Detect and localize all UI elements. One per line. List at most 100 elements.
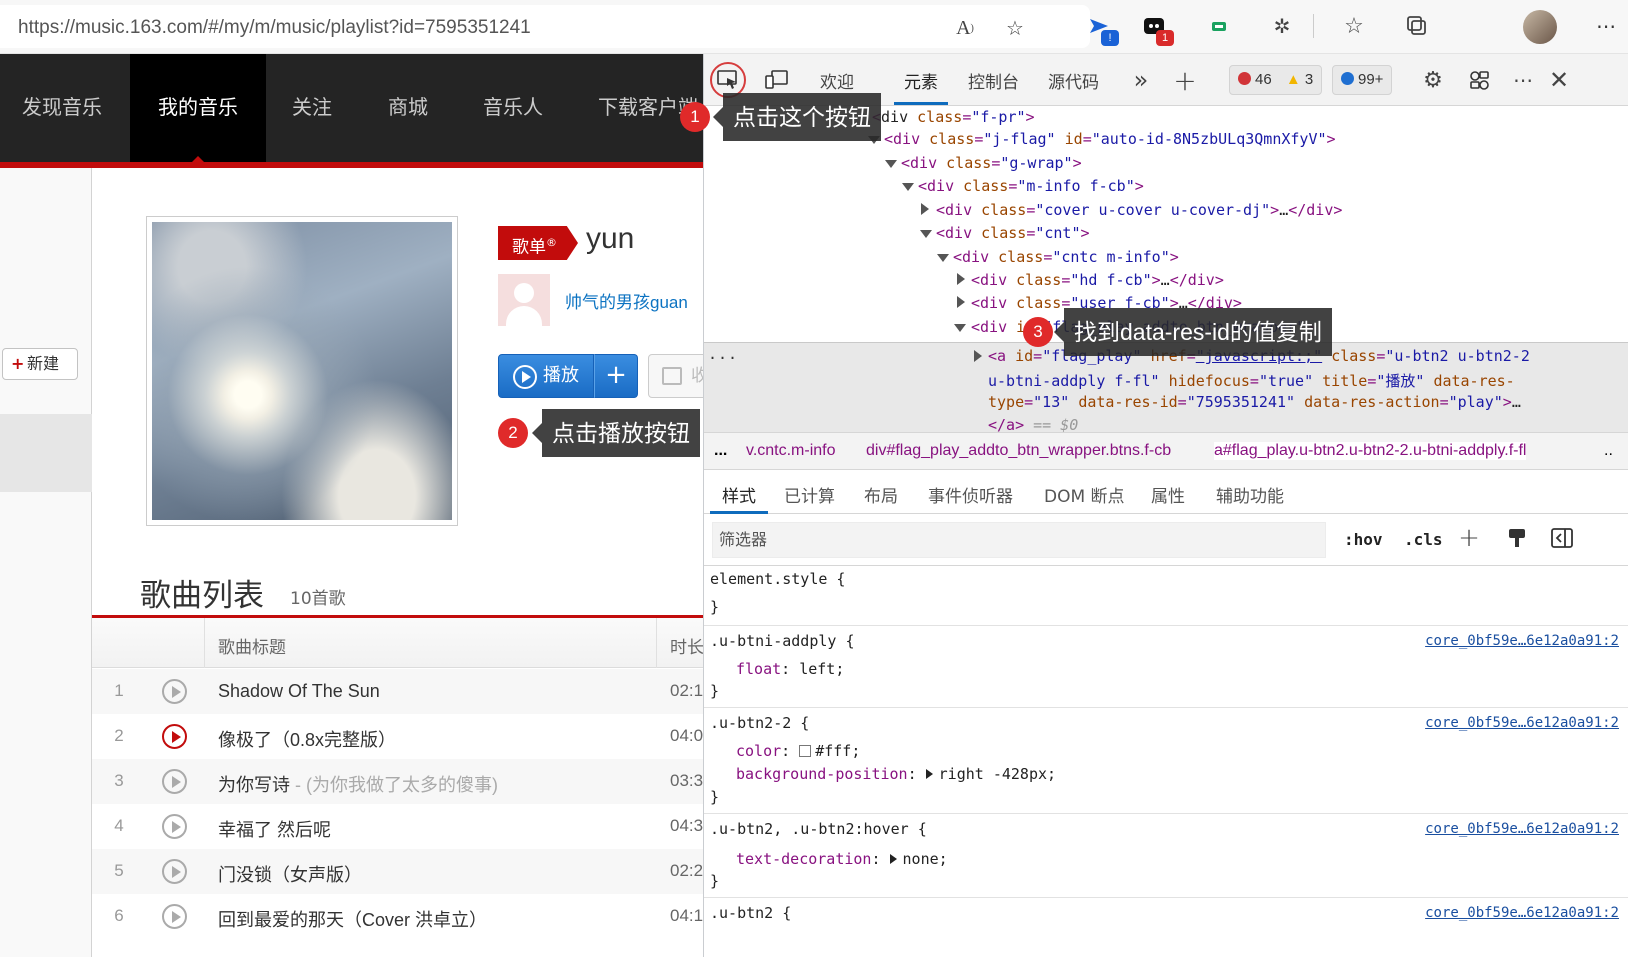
song-row[interactable]: 1 Shadow Of The Sun 02:1 — [92, 669, 703, 714]
nav-musician[interactable]: 音乐人 — [483, 54, 543, 162]
css-source-link[interactable]: core_0bf59e…6e12a0a91:2 — [1425, 715, 1619, 731]
song-title[interactable]: 为你写诗 - (为你我做了太多的傻事) — [218, 771, 498, 797]
sidebar-selected-item[interactable] — [0, 414, 92, 492]
song-title[interactable]: Shadow Of The Sun — [218, 681, 380, 702]
tab-welcome[interactable]: 欢迎 — [820, 68, 854, 93]
css-source-link[interactable]: core_0bf59e…6e12a0a91:2 — [1425, 905, 1619, 921]
add-favorite-icon[interactable]: ☆ — [1002, 15, 1028, 41]
css-selector[interactable]: .u-btn2-2 { — [710, 714, 809, 732]
breadcrumb-overflow[interactable]: ... — [714, 442, 727, 460]
address-bar[interactable]: https://music.163.com/#/my/m/music/playl… — [0, 5, 1090, 48]
breadcrumb-item-active[interactable]: a#flag_play.u-btn2.u-btn2-2.u-btni-addpl… — [1214, 442, 1527, 460]
css-property[interactable]: float: left; — [736, 660, 844, 678]
breadcrumb-item[interactable]: div#flag_play_addto_btn_wrapper.btns.f-c… — [866, 442, 1171, 460]
url-text[interactable]: https://music.163.com/#/my/m/music/playl… — [18, 17, 531, 39]
collections-icon[interactable] — [1403, 12, 1431, 40]
song-row[interactable]: 3 为你写诗 - (为你我做了太多的傻事) 03:3 — [92, 759, 703, 804]
paint-brush-icon[interactable] — [1502, 524, 1532, 552]
song-title[interactable]: 门没锁（女声版） — [218, 861, 362, 887]
styles-filter-input[interactable]: 筛选器 — [712, 522, 1326, 558]
creator-name[interactable]: 帅气的男孩guan — [565, 288, 688, 313]
collapse-arrow-icon[interactable] — [885, 160, 897, 168]
extensions-puzzle-icon[interactable]: ✲ — [1268, 12, 1296, 40]
expand-value-icon[interactable] — [889, 854, 897, 864]
css-source-link[interactable]: core_0bf59e…6e12a0a91:2 — [1425, 633, 1619, 649]
nav-mall[interactable]: 商城 — [388, 54, 428, 162]
nav-discover[interactable]: 发现音乐 — [22, 54, 102, 162]
tab-computed[interactable]: 已计算 — [784, 482, 835, 507]
expand-arrow-icon[interactable] — [957, 273, 965, 285]
song-row[interactable]: 6 回到最爱的那天（Cover 洪卓立） 04:1 — [92, 894, 703, 939]
tab-dom-breakpoints[interactable]: DOM 断点 — [1044, 482, 1125, 507]
customize-icon[interactable] — [1464, 66, 1494, 94]
song-row[interactable]: 5 门没锁（女声版） 02:2 — [92, 849, 703, 894]
tab-layout[interactable]: 布局 — [864, 482, 898, 507]
collapse-arrow-icon[interactable] — [902, 183, 914, 191]
extension-bird-icon[interactable]: ! — [1085, 12, 1119, 46]
color-swatch[interactable] — [799, 745, 812, 757]
css-selector[interactable]: .u-btn2, .u-btn2:hover { — [710, 820, 927, 838]
song-title[interactable]: 像极了（0.8x完整版） — [218, 726, 396, 752]
class-toggle[interactable]: .cls — [1404, 530, 1443, 549]
dom-node[interactable]: <div class="f-pr"> — [872, 108, 1035, 126]
breadcrumb-item[interactable]: v.cntc.m-info — [746, 442, 836, 460]
tab-accessibility[interactable]: 辅助功能 — [1216, 482, 1284, 507]
hover-state-toggle[interactable]: :hov — [1344, 530, 1383, 549]
toggle-sidebar-icon[interactable] — [1547, 524, 1577, 552]
tab-event-listeners[interactable]: 事件侦听器 — [928, 482, 1013, 507]
dom-node[interactable]: <div class="m-info f-cb"> — [918, 177, 1144, 195]
breadcrumb-overflow-end[interactable]: .. — [1604, 442, 1613, 460]
creator-avatar[interactable] — [498, 274, 550, 326]
css-property[interactable]: background-position: right -428px; — [736, 765, 1056, 783]
song-row[interactable]: 4 幸福了 然后呢 04:3 — [92, 804, 703, 849]
add-tab-icon[interactable]: + — [1170, 64, 1200, 97]
nav-my-music[interactable]: 我的音乐 — [130, 54, 266, 162]
dom-node[interactable]: <div class="j-flag" id="auto-id-8N5zbULq… — [884, 130, 1336, 148]
new-rule-icon[interactable]: + — [1454, 523, 1484, 553]
css-selector[interactable]: .u-btn2 { — [710, 904, 791, 922]
tab-sources[interactable]: 源代码 — [1048, 68, 1099, 93]
messages-counter[interactable]: 99+ — [1332, 65, 1393, 95]
css-selector[interactable]: .u-btni-addply { — [710, 632, 855, 650]
css-source-link[interactable]: core_0bf59e…6e12a0a91:2 — [1425, 821, 1619, 837]
extension-app-icon[interactable]: 1 — [1140, 12, 1174, 46]
expand-value-icon[interactable] — [925, 769, 933, 779]
css-property[interactable]: color: #fff; — [736, 742, 860, 760]
collapse-arrow-icon[interactable] — [920, 230, 932, 238]
extension-green-icon[interactable] — [1205, 12, 1233, 40]
expand-arrow-icon[interactable] — [921, 203, 929, 215]
collapse-arrow-icon[interactable] — [954, 324, 966, 332]
expand-arrow-icon[interactable] — [974, 350, 982, 362]
song-title[interactable]: 幸福了 然后呢 — [218, 816, 331, 842]
issues-counter[interactable]: 46 ▲ 3 — [1229, 65, 1323, 95]
css-property[interactable]: text-decoration: none; — [736, 850, 948, 868]
new-playlist-button[interactable]: + 新建 — [2, 348, 78, 380]
dom-node[interactable]: <div class="cntc m-info"> — [953, 248, 1179, 266]
more-tabs-icon[interactable]: » — [1126, 66, 1156, 94]
collapse-arrow-icon[interactable] — [937, 254, 949, 262]
device-emulation-icon[interactable] — [762, 66, 792, 94]
dom-node[interactable]: <div class="hd f-cb">…</div> — [971, 271, 1224, 289]
nav-follow[interactable]: 关注 — [292, 54, 332, 162]
tab-styles[interactable]: 样式 — [710, 482, 768, 514]
inspect-element-icon[interactable] — [713, 66, 743, 94]
tab-properties[interactable]: 属性 — [1151, 482, 1185, 507]
favorites-icon[interactable]: ☆ — [1340, 12, 1368, 40]
song-title[interactable]: 回到最爱的那天（Cover 洪卓立） — [218, 906, 487, 932]
expand-arrow-icon[interactable] — [957, 296, 965, 308]
song-row[interactable]: 2 像极了（0.8x完整版） 04:0 — [92, 714, 703, 759]
devtools-more-icon[interactable]: ⋯ — [1508, 66, 1538, 94]
play-song-icon[interactable] — [162, 769, 187, 794]
dom-node[interactable]: <div class="g-wrap"> — [901, 154, 1082, 172]
read-aloud-icon[interactable]: A) — [952, 15, 978, 41]
more-menu-icon[interactable]: ⋯ — [1592, 12, 1620, 40]
add-to-queue-button[interactable]: + — [594, 354, 638, 398]
dom-node[interactable]: <div class="cnt"> — [936, 224, 1090, 242]
dom-node[interactable]: <div class="cover u-cover u-cover-dj">…<… — [936, 201, 1342, 219]
close-devtools-icon[interactable]: ✕ — [1544, 66, 1574, 94]
play-button[interactable]: 播放 — [498, 354, 594, 398]
favorite-button[interactable]: 收藏 — [648, 354, 703, 398]
profile-avatar[interactable] — [1523, 10, 1557, 44]
css-selector[interactable]: element.style { — [710, 570, 845, 588]
settings-gear-icon[interactable]: ⚙ — [1418, 66, 1448, 94]
